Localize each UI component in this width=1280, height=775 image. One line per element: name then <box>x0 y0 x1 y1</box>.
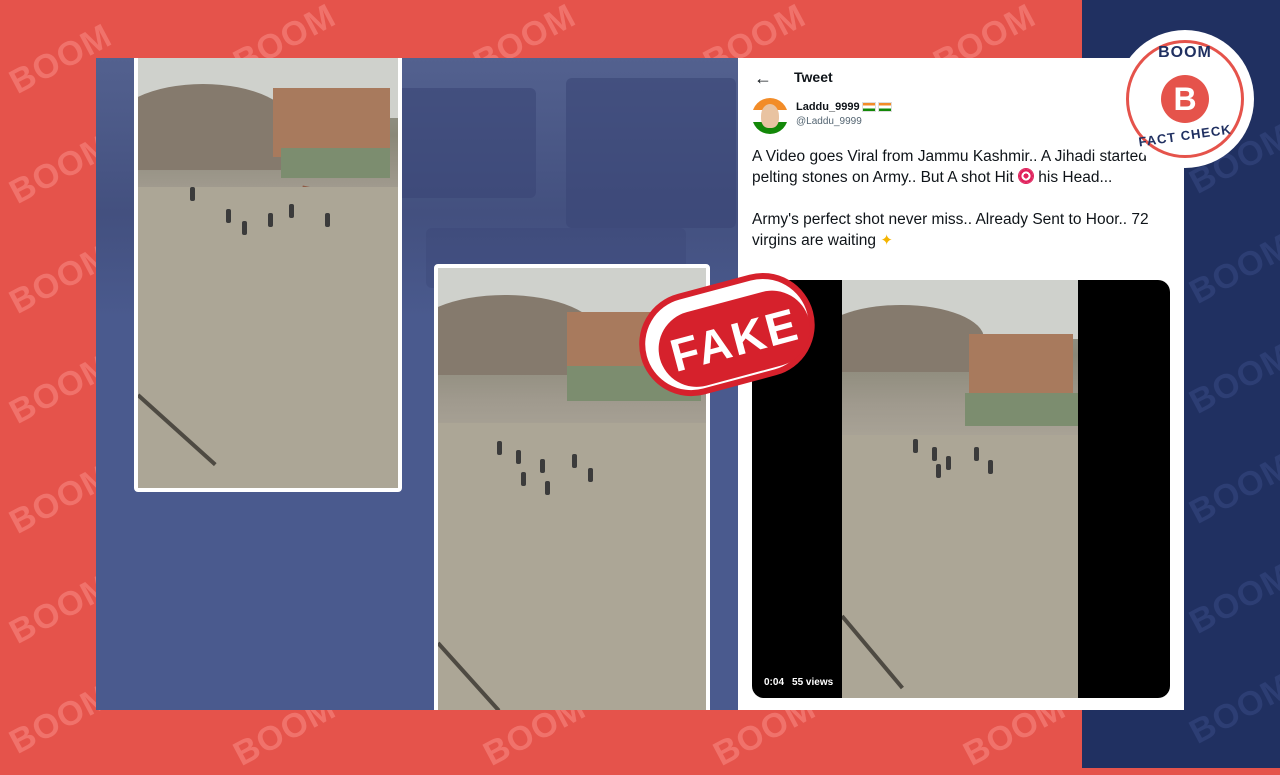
logo-top-text: BOOM <box>1158 44 1212 61</box>
clapping-emoji-icon: ✦ <box>880 232 893 249</box>
blurred-shape <box>566 78 736 228</box>
avatar[interactable] <box>752 98 788 134</box>
video-time: 0:04 <box>764 677 785 688</box>
video-views: 55 views <box>792 677 834 688</box>
display-name[interactable]: Laddu_9999 <box>796 101 892 113</box>
tweet-header-title: Tweet <box>794 69 833 85</box>
india-flag-icon <box>861 102 876 113</box>
back-arrow-icon[interactable]: ← <box>754 68 772 89</box>
target-emoji-icon <box>1017 168 1034 184</box>
video-meta: 0:04 55 views <box>764 677 841 688</box>
fake-label: FAKE <box>664 297 805 382</box>
blurred-shape <box>396 88 536 198</box>
tweet-text: A Video goes Viral from Jammu Kashmir.. … <box>752 148 1149 249</box>
video-frame <box>842 280 1078 698</box>
user-handle[interactable]: @Laddu_9999 <box>796 116 862 127</box>
video-still-left <box>134 58 402 492</box>
logo-letter: B <box>1161 75 1209 123</box>
boom-fact-check-logo: BOOM B FACT CHECK <box>1116 30 1254 168</box>
india-flag-icon <box>877 102 892 113</box>
